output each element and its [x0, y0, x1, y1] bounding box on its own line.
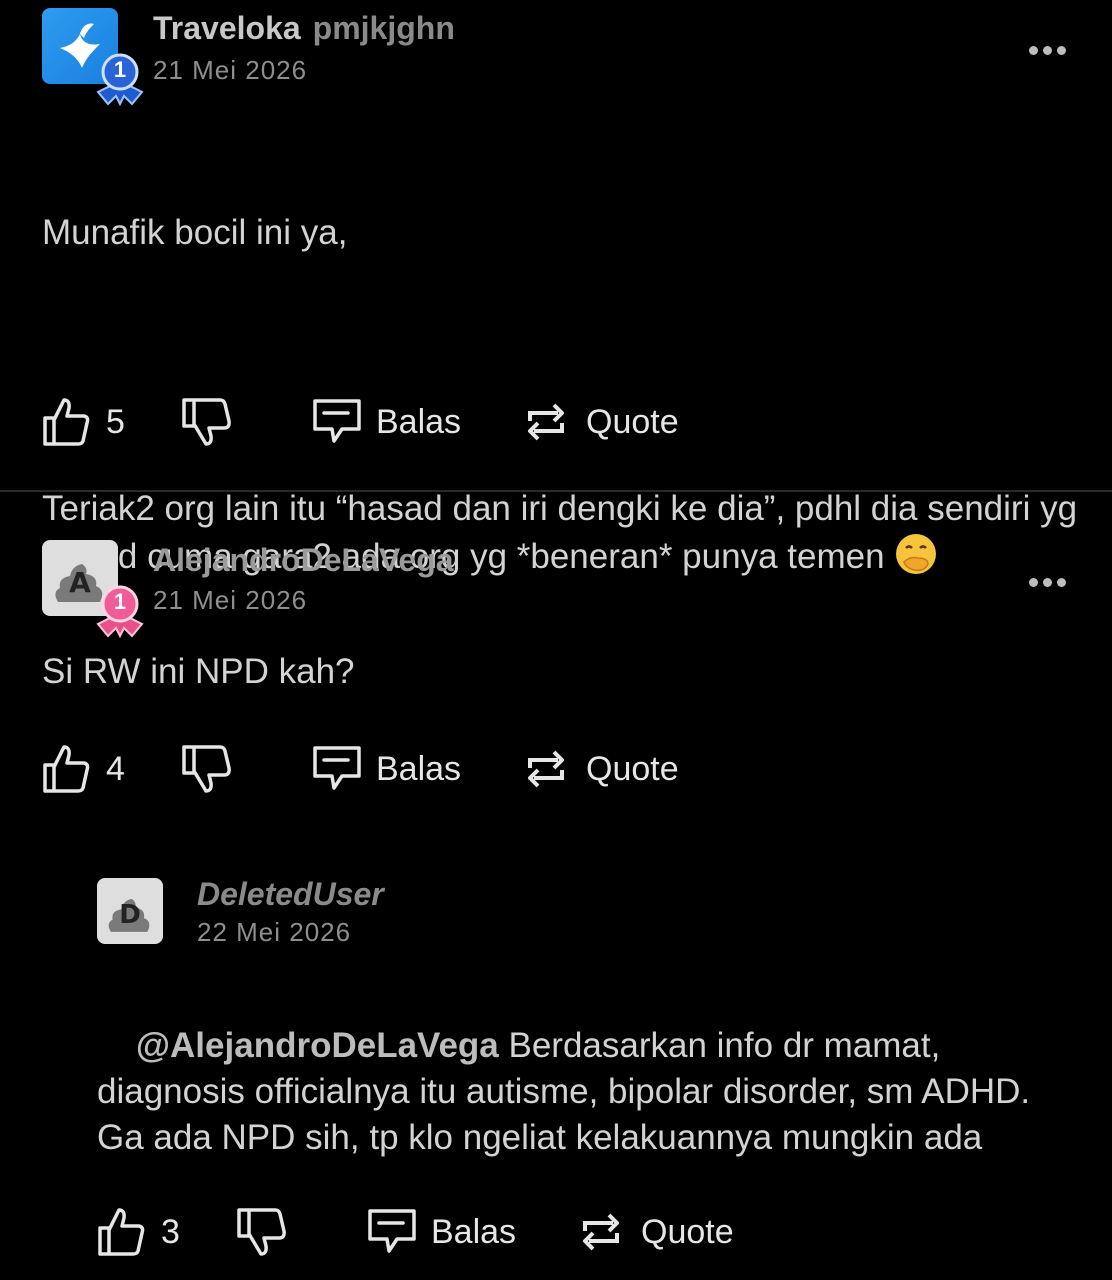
thumbs-down-icon — [182, 398, 231, 446]
badge-number: 1 — [113, 589, 127, 614]
like-count: 3 — [161, 1212, 180, 1251]
comment-paragraph: Munafik bocil ini ya, — [42, 213, 348, 252]
thumbs-up-icon — [43, 745, 90, 793]
comment-actions: 5 Balas Quote — [42, 392, 742, 452]
quote-button[interactable]: Quote — [526, 392, 679, 452]
reply-icon — [313, 399, 361, 443]
thumbs-down-icon — [237, 1208, 286, 1256]
like-button[interactable]: 3 — [97, 1202, 180, 1262]
reply-icon — [368, 1209, 416, 1253]
comment-date: 21 Mei 2026 — [153, 585, 308, 615]
like-count: 5 — [106, 402, 125, 441]
dislike-button[interactable] — [182, 739, 232, 799]
comment-item: 1 Traveloka pmjkjghn 21 Mei 2026 Munafik … — [0, 0, 1112, 576]
quote-label: Quote — [586, 749, 679, 788]
like-button[interactable]: 5 — [42, 392, 125, 452]
reply-icon — [313, 746, 361, 790]
comment-text: @AlejandroDeLaVega Berdasarkan info dr m… — [97, 977, 1057, 1207]
repeat-icon — [583, 1213, 619, 1251]
comment-text: Si RW ini NPD kah? — [42, 652, 355, 691]
username[interactable]: AlejandroDeLaVega — [153, 542, 454, 579]
comment-actions: 4 Balas Quote — [42, 739, 742, 799]
username-text: Traveloka — [153, 10, 301, 46]
user-handle: pmjkjghn — [312, 10, 455, 46]
thumbs-up-icon — [43, 398, 90, 446]
comment-actions: 3 Balas Quote — [97, 1202, 797, 1262]
badge-number: 1 — [113, 57, 127, 82]
reply-label: Balas — [376, 749, 462, 788]
repeat-icon — [528, 403, 564, 441]
reply-label: Balas — [431, 1212, 517, 1251]
quote-button[interactable]: Quote — [526, 739, 679, 799]
reply-label: Balas — [376, 402, 462, 441]
username[interactable]: DeletedUser — [197, 876, 384, 913]
avatar-letter: D — [119, 900, 141, 930]
reply-button[interactable]: Balas — [367, 1202, 516, 1262]
like-button[interactable]: 4 — [42, 739, 125, 799]
more-options-button[interactable] — [1029, 574, 1073, 587]
quote-label: Quote — [641, 1212, 734, 1251]
more-options-button[interactable] — [1029, 42, 1073, 55]
dislike-button[interactable] — [237, 1202, 287, 1262]
like-count: 4 — [106, 749, 125, 788]
comment-date: 21 Mei 2026 — [153, 55, 308, 85]
quote-button[interactable]: Quote — [581, 1202, 734, 1262]
reply-button[interactable]: Balas — [312, 392, 461, 452]
comment-date: 22 Mei 2026 — [197, 917, 352, 947]
thumbs-down-icon — [182, 745, 231, 793]
quote-label: Quote — [586, 402, 679, 441]
repeat-icon — [528, 750, 564, 788]
reply-button[interactable]: Balas — [312, 739, 461, 799]
comment-item: A 1 AlejandroDeLaVega 21 Mei 2026 Si RW … — [0, 492, 1112, 842]
username[interactable]: Traveloka pmjkjghn — [153, 10, 455, 47]
thumbs-up-icon — [98, 1208, 145, 1256]
reply-item: D DeletedUser 22 Mei 2026 @AlejandroDeLa… — [0, 842, 1112, 1280]
avatar[interactable]: D — [97, 878, 163, 944]
user-mention[interactable]: @AlejandroDeLaVega — [136, 1026, 499, 1065]
dislike-button[interactable] — [182, 392, 232, 452]
